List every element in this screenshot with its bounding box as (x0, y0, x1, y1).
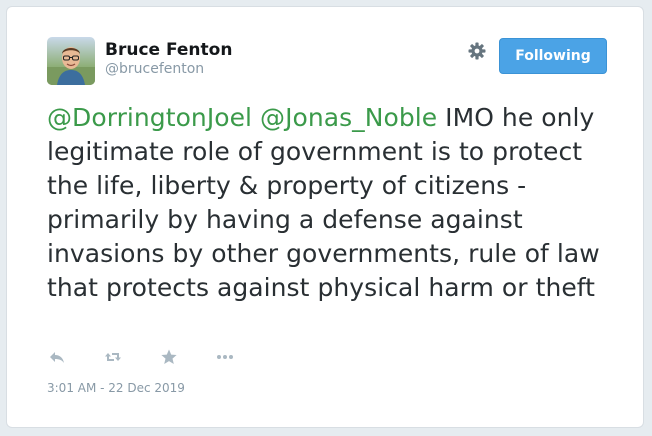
author-display-name[interactable]: Bruce Fenton (105, 40, 232, 60)
tweet-body-start: IMO he (437, 103, 534, 132)
gear-icon[interactable] (467, 41, 487, 61)
author-handle[interactable]: @brucefenton (105, 61, 204, 77)
mention-link[interactable]: @DorringtonJoel (47, 103, 252, 132)
avatar-image (47, 37, 95, 85)
following-button[interactable]: Following (499, 38, 607, 74)
reply-icon[interactable] (47, 347, 67, 367)
tweet-timestamp[interactable]: 3:01 AM - 22 Dec 2019 (47, 381, 185, 395)
star-icon[interactable] (159, 347, 179, 367)
mention-link[interactable]: @Jonas_Noble (260, 103, 437, 132)
retweet-icon[interactable] (103, 347, 123, 367)
more-icon[interactable] (215, 347, 235, 367)
tweet-card: Bruce Fenton @brucefenton Following @Dor… (6, 6, 644, 428)
avatar[interactable] (47, 37, 95, 85)
tweet-body: only legitimate role of government is to… (47, 103, 600, 302)
tweet-text: @DorringtonJoel @Jonas_Noble IMO he only… (47, 101, 627, 305)
